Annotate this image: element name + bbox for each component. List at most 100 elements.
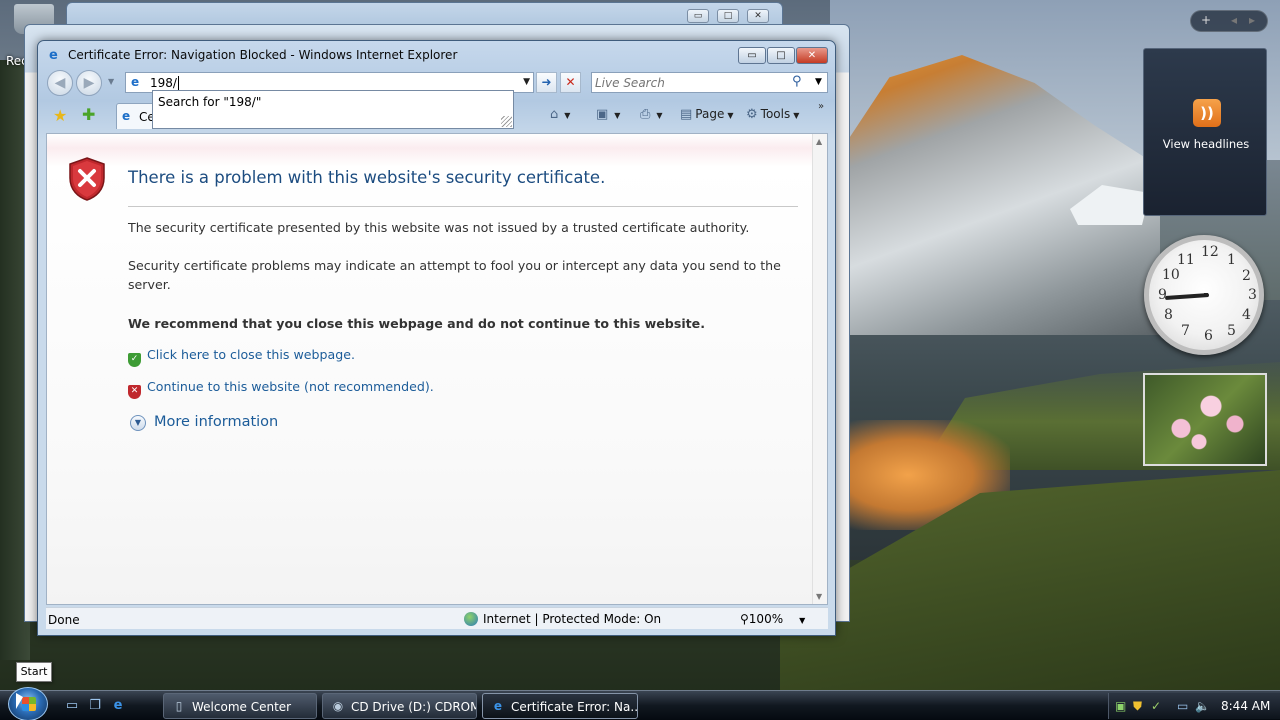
ie-quicklaunch-icon[interactable]: e xyxy=(110,698,126,713)
taskbar-clock[interactable]: 8:44 AM xyxy=(1221,699,1270,713)
start-button[interactable] xyxy=(8,687,48,720)
sidebar-controls[interactable]: + ◂ ▸ xyxy=(1190,10,1268,32)
zoom-level: 100% xyxy=(748,612,784,626)
bg1-maximize-button[interactable]: □ xyxy=(717,9,739,23)
print-dropdown-icon[interactable]: ▼ xyxy=(656,111,662,120)
task-welcome-center[interactable]: ▯ Welcome Center xyxy=(163,693,317,719)
bg1-minimize-button[interactable]: ▭ xyxy=(687,9,709,23)
bg1-close-button[interactable]: ✕ xyxy=(747,9,769,23)
zoom-control[interactable]: ⚲100% ▼ xyxy=(740,612,805,626)
task-label: Certificate Error: Na... xyxy=(511,700,638,714)
rss-icon: )) xyxy=(1193,99,1221,127)
page-menu[interactable]: ▤ Page ▼ xyxy=(680,107,734,122)
autocomplete-dropdown[interactable]: Search for "198/" xyxy=(152,90,514,129)
stop-icon: ✕ xyxy=(565,75,576,89)
error-description: The security certificate presented by th… xyxy=(128,220,750,235)
scroll-down-icon[interactable]: ▼ xyxy=(816,592,822,601)
clock-center xyxy=(1204,293,1208,297)
zoom-dropdown-icon[interactable]: ▼ xyxy=(799,616,805,625)
error-heading: There is a problem with this website's s… xyxy=(128,168,606,187)
favorites-star-icon[interactable]: ★ xyxy=(53,106,67,125)
search-icon[interactable]: ⚲ xyxy=(792,74,802,89)
minimize-button[interactable]: ▭ xyxy=(738,47,766,64)
tab-certificate-error[interactable]: e Certificate Error: Navigation Blocked xyxy=(116,103,156,129)
page-icon: ▤ xyxy=(680,107,693,122)
autocomplete-item[interactable]: Search for "198/" xyxy=(158,95,261,109)
vertical-scrollbar[interactable]: ▲ ▼ xyxy=(812,134,827,604)
window-title: Certificate Error: Navigation Blocked - … xyxy=(68,48,458,62)
security-tray-icon[interactable]: ⛊ xyxy=(1133,699,1142,714)
clock-number: 3 xyxy=(1248,287,1257,303)
ie-window[interactable]: e Certificate Error: Navigation Blocked … xyxy=(37,40,836,636)
tools-menu[interactable]: ⚙ Tools ▼ xyxy=(746,107,799,122)
ie-tab-icon: e xyxy=(122,109,131,123)
clock-number: 5 xyxy=(1227,323,1236,339)
forward-button[interactable]: ▶ xyxy=(76,70,102,96)
print-button[interactable]: ⎙ ▼ xyxy=(640,107,663,122)
more-information-label[interactable]: More information xyxy=(154,414,278,430)
stop-button[interactable]: ✕ xyxy=(560,72,581,93)
go-button[interactable]: ➜ xyxy=(536,72,557,93)
clock-number: 2 xyxy=(1242,268,1251,284)
page-menu-label: Page xyxy=(695,107,725,121)
add-favorites-icon[interactable]: ✚ xyxy=(82,105,95,124)
tools-dropdown-icon: ▼ xyxy=(793,111,800,120)
add-gadget-icon[interactable]: + xyxy=(1201,13,1211,27)
volume-muted-icon[interactable]: 🔈 xyxy=(1195,699,1210,713)
sidebar-prev-icon[interactable]: ◂ xyxy=(1231,13,1237,27)
search-input[interactable] xyxy=(595,75,785,90)
print-icon: ⎙ xyxy=(640,107,651,122)
home-dropdown-icon[interactable]: ▼ xyxy=(564,111,570,120)
network-tray-icon[interactable]: ▣ xyxy=(1115,699,1126,713)
recommendation: We recommend that you close this webpage… xyxy=(128,316,705,331)
clock-number: 8 xyxy=(1164,307,1173,323)
status-text: Done xyxy=(48,613,80,627)
title-bar[interactable]: e Certificate Error: Navigation Blocked … xyxy=(38,41,835,69)
windows-orb-icon xyxy=(22,697,36,711)
address-input[interactable]: 198/ xyxy=(150,76,179,90)
search-box[interactable]: ⚲ ▼ xyxy=(591,72,828,93)
clock-number: 1 xyxy=(1227,252,1236,268)
feeds-icon: ▣ xyxy=(596,107,609,122)
continue-website-label[interactable]: Continue to this website (not recommende… xyxy=(147,379,434,394)
toolbar-overflow-icon[interactable]: » xyxy=(818,101,824,112)
more-information-toggle[interactable]: ▼ More information xyxy=(130,414,278,431)
feeds-button[interactable]: ▣ ▼ xyxy=(596,107,620,122)
scroll-up-icon[interactable]: ▲ xyxy=(816,137,822,146)
clock-number: 10 xyxy=(1162,267,1180,283)
feed-headlines-gadget[interactable]: )) View headlines xyxy=(1143,48,1267,216)
clock-number: 11 xyxy=(1177,252,1195,268)
resize-grip-icon[interactable] xyxy=(501,116,512,127)
green-shield-icon: ✓ xyxy=(128,353,141,367)
task-cd-drive[interactable]: ◉ CD Drive (D:) CDROM xyxy=(322,693,477,719)
clock-hour-hand xyxy=(1164,293,1210,301)
monitor-tray-icon[interactable]: ▭ xyxy=(1177,699,1188,713)
feeds-dropdown-icon[interactable]: ▼ xyxy=(614,111,620,120)
zoom-icon: ⚲ xyxy=(740,612,749,626)
slideshow-gadget[interactable] xyxy=(1143,373,1267,466)
maximize-button[interactable]: □ xyxy=(767,47,795,64)
mouse-cursor-icon xyxy=(16,693,23,709)
update-tray-icon[interactable]: ✓ xyxy=(1151,699,1161,713)
taskbar: ▭ ❐ e ▯ Welcome Center ◉ CD Drive (D:) C… xyxy=(0,687,1280,720)
divider xyxy=(128,206,798,207)
recent-pages-dropdown[interactable]: ▼ xyxy=(108,77,114,86)
back-button[interactable]: ◀ xyxy=(47,70,73,96)
home-icon: ⌂ xyxy=(550,107,559,122)
security-zone[interactable]: Internet | Protected Mode: On xyxy=(464,612,661,626)
continue-website-link[interactable]: ✕ Continue to this website (not recommend… xyxy=(128,379,434,399)
search-options-dropdown[interactable]: ▼ xyxy=(815,77,822,87)
clock-number: 4 xyxy=(1242,307,1251,323)
close-button[interactable]: ✕ xyxy=(796,47,828,64)
switch-windows-icon[interactable]: ❐ xyxy=(87,698,103,713)
close-webpage-link[interactable]: ✓ Click here to close this webpage. xyxy=(128,347,355,367)
home-button[interactable]: ⌂ ▼ xyxy=(550,107,570,122)
clock-number: 7 xyxy=(1181,323,1190,339)
globe-icon xyxy=(464,612,478,626)
close-webpage-label[interactable]: Click here to close this webpage. xyxy=(147,347,355,362)
task-certificate-error[interactable]: e Certificate Error: Na... xyxy=(482,693,638,719)
view-headlines-label[interactable]: View headlines xyxy=(1144,137,1268,151)
sidebar-next-icon[interactable]: ▸ xyxy=(1249,13,1255,27)
address-dropdown-icon[interactable]: ▼ xyxy=(523,77,530,87)
show-desktop-icon[interactable]: ▭ xyxy=(64,698,80,713)
